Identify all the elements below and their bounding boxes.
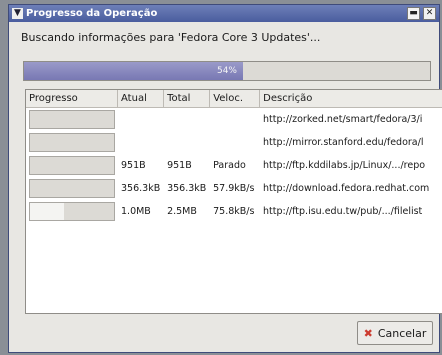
row-total: 951B — [167, 160, 192, 171]
row-progress-bar — [29, 179, 115, 198]
column-header-atual[interactable]: Atual — [118, 90, 165, 107]
row-progress-bar — [29, 156, 115, 175]
row-speed: Parado — [213, 160, 246, 171]
downloads-table: Progresso Atual Total Veloc. Descrição h… — [25, 89, 442, 314]
table-row[interactable]: http://zorked.net/smart/fedora/3/i — [26, 108, 442, 131]
row-progress-cell — [26, 133, 118, 152]
row-current: 951B — [121, 160, 146, 171]
table-row[interactable]: 356.3kB 356.3kB 57.9kB/s http://download.fe… — [26, 177, 442, 200]
status-message: Buscando informações para 'Fedora Core 3… — [21, 31, 321, 44]
title-bar[interactable]: ▼ Progresso da Operação ▬ ✕ — [9, 5, 439, 22]
row-progress-cell — [26, 179, 118, 198]
chevron-down-icon[interactable]: ▼ — [12, 8, 23, 19]
column-header-progresso[interactable]: Progresso — [26, 90, 119, 107]
table-header: Progresso Atual Total Veloc. Descrição — [26, 90, 442, 108]
table-row[interactable]: 951B 951B Parado http://ftp.kddilabs.jp/Lin… — [26, 154, 442, 177]
row-speed: 57.9kB/s — [213, 183, 255, 194]
row-progress-cell — [26, 202, 118, 221]
cancel-button[interactable]: ✖ Cancelar — [357, 321, 433, 345]
overall-progress-label: 54% — [216, 66, 237, 76]
column-header-veloc[interactable]: Veloc. — [210, 90, 261, 107]
table-row[interactable]: http://mirror.stanford.edu/fedora/l — [26, 131, 442, 154]
row-current: 1.0MB — [121, 206, 151, 217]
row-progress-bar — [29, 133, 115, 152]
row-description: http://ftp.isu.edu.tw/pub/.../filelist — [263, 206, 423, 217]
column-header-total[interactable]: Total — [164, 90, 211, 107]
row-progress-bar — [29, 110, 115, 129]
window-title: Progresso da Operação — [26, 8, 158, 19]
row-description: http://download.fedora.redhat.com — [263, 183, 430, 194]
table-body: http://zorked.net/smart/fedora/3/i http:/… — [26, 108, 442, 223]
row-progress-fill — [30, 203, 64, 220]
row-progress-bar — [29, 202, 115, 221]
row-progress-cell — [26, 110, 118, 129]
row-description: http://mirror.stanford.edu/fedora/l — [263, 137, 424, 148]
overall-progress-bar: 54% — [23, 61, 431, 81]
row-progress-cell — [26, 156, 118, 175]
cancel-x-icon: ✖ — [363, 326, 373, 340]
row-speed: 75.8kB/s — [213, 206, 255, 217]
close-icon[interactable]: ✕ — [423, 7, 436, 20]
row-description: http://zorked.net/smart/fedora/3/i — [263, 114, 423, 125]
column-header-descricao[interactable]: Descrição — [260, 90, 442, 107]
row-current: 356.3kB — [121, 183, 161, 194]
row-description: http://ftp.kddilabs.jp/Linux/.../repo — [263, 160, 426, 171]
row-total: 356.3kB — [167, 183, 207, 194]
minimize-icon[interactable]: ▬ — [407, 7, 420, 20]
row-total: 2.5MB — [167, 206, 197, 217]
progress-window: ▼ Progresso da Operação ▬ ✕ Buscando inf… — [8, 4, 442, 353]
table-row[interactable]: 1.0MB 2.5MB 75.8kB/s http://ftp.isu.edu.tw/… — [26, 200, 442, 223]
cancel-button-label: Cancelar — [377, 326, 427, 340]
